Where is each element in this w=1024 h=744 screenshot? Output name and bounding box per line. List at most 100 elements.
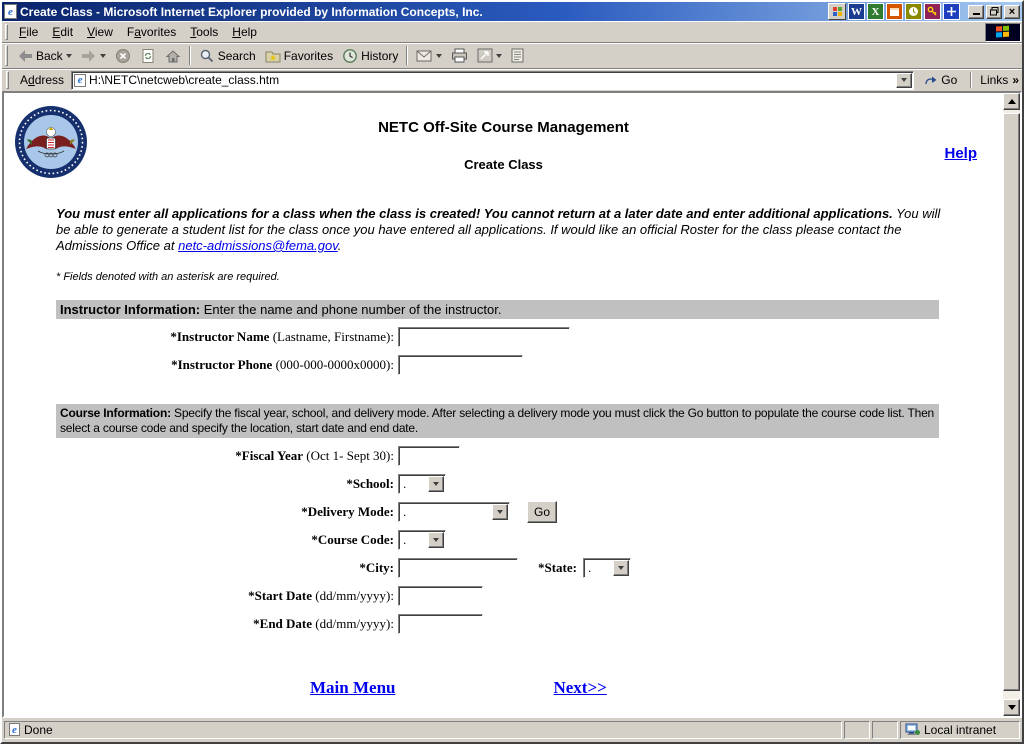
search-button[interactable]: Search	[195, 44, 260, 68]
security-zone-pane: Local intranet	[900, 720, 1020, 739]
school-row: *School: .	[4, 473, 1003, 495]
course-code-row: *Course Code: .	[4, 529, 1003, 551]
course-section-header: Course Information: Specify the fiscal y…	[56, 404, 939, 438]
excel-icon[interactable]: X	[867, 3, 884, 20]
page-subtitle: Create Class	[464, 157, 543, 172]
state-select[interactable]: .	[583, 558, 631, 578]
main-menu-link[interactable]: Main Menu	[310, 678, 395, 698]
page-header: NETC Off-Site Course Management Create C…	[4, 93, 1003, 193]
end-date-input[interactable]	[398, 614, 483, 634]
address-input[interactable]	[89, 73, 894, 87]
delivery-mode-select[interactable]: .	[398, 502, 510, 522]
history-button[interactable]: History	[338, 44, 402, 68]
discuss-icon	[511, 48, 524, 63]
clock-icon[interactable]	[905, 3, 922, 20]
instructor-phone-label: *Instructor Phone (000-000-0000x0000):	[171, 357, 394, 372]
page-title: NETC Off-Site Course Management	[378, 119, 629, 136]
menu-favorites[interactable]: Favorites	[120, 22, 183, 43]
state-dropdown-icon[interactable]	[613, 560, 629, 576]
ie-throbber-icon	[985, 22, 1021, 42]
forward-icon	[81, 49, 95, 62]
fullscreen-dropdown-icon[interactable]	[496, 53, 503, 58]
course-code-dropdown-icon[interactable]	[428, 532, 444, 548]
menu-edit[interactable]: Edit	[45, 22, 80, 43]
address-bar: Address e Go Links »	[2, 68, 1022, 91]
page-content: NETC Off-Site Course Management Create C…	[4, 93, 1003, 716]
instructor-name-label: *Instructor Name (Lastname, Firstname):	[170, 329, 394, 344]
course-code-select[interactable]: .	[398, 530, 446, 550]
status-message-pane: e Done	[4, 720, 842, 739]
url-page-icon: e	[74, 73, 87, 87]
forward-button[interactable]	[77, 44, 110, 68]
intranet-zone-icon	[905, 723, 920, 735]
discuss-button[interactable]	[507, 44, 529, 68]
fiscal-year-label: *Fiscal Year (Oct 1- Sept 30):	[235, 448, 394, 463]
intro-paragraph: You must enter all applications for a cl…	[56, 206, 941, 253]
fiscal-year-input[interactable]	[398, 446, 460, 466]
calendar-icon[interactable]	[886, 3, 903, 20]
status-page-icon: e	[9, 723, 20, 736]
menu-bar: File Edit View Favorites Tools Help	[2, 21, 1022, 42]
delivery-mode-row: *Delivery Mode: . Go	[4, 501, 1003, 523]
menu-tools[interactable]: Tools	[183, 22, 225, 43]
fullscreen-button[interactable]	[473, 44, 506, 68]
minimize-button[interactable]	[968, 4, 984, 19]
favorites-icon	[265, 51, 281, 62]
address-dropdown-icon[interactable]	[896, 72, 913, 88]
instructor-name-input[interactable]	[398, 327, 570, 347]
school-dropdown-icon[interactable]	[428, 476, 444, 492]
print-button[interactable]	[447, 44, 472, 68]
refresh-button[interactable]	[136, 44, 160, 68]
mail-button[interactable]	[412, 44, 446, 68]
restore-button[interactable]	[986, 4, 1002, 19]
instructor-phone-input[interactable]	[398, 355, 523, 375]
vertical-scrollbar[interactable]	[1003, 93, 1020, 716]
delivery-mode-dropdown-icon[interactable]	[492, 504, 508, 520]
forward-dropdown-icon[interactable]	[99, 53, 106, 58]
address-grip[interactable]	[6, 71, 9, 89]
status-pane-2	[872, 720, 898, 739]
menu-view[interactable]: View	[80, 22, 120, 43]
ie-page-icon: e	[4, 4, 17, 19]
mail-dropdown-icon[interactable]	[436, 53, 443, 58]
scrollbar-track[interactable]	[1003, 691, 1020, 699]
home-button[interactable]	[161, 44, 185, 68]
admissions-email-link[interactable]: netc-admissions@fema.gov	[178, 238, 338, 253]
links-bar[interactable]: Links »	[980, 73, 1020, 87]
menu-file[interactable]: File	[12, 22, 45, 43]
print-icon	[452, 48, 468, 63]
toolbar-grip[interactable]	[5, 45, 8, 66]
menu-grip[interactable]	[5, 24, 8, 40]
school-select[interactable]: .	[398, 474, 446, 494]
help-link[interactable]: Help	[944, 145, 977, 162]
key-icon[interactable]	[924, 3, 941, 20]
window-title: Create Class - Microsoft Internet Explor…	[20, 4, 483, 19]
favorites-button[interactable]: Favorites	[261, 44, 337, 68]
links-chevron-icon[interactable]: »	[1012, 73, 1019, 87]
stop-button[interactable]	[111, 44, 135, 68]
scroll-up-icon[interactable]	[1003, 93, 1020, 110]
go-arrow-icon	[925, 76, 937, 85]
close-icon[interactable]: ×	[1004, 4, 1020, 19]
city-state-row: *City: *State: .	[4, 557, 1003, 579]
end-date-label: *End Date (dd/mm/yyyy):	[253, 616, 394, 631]
back-icon	[19, 49, 32, 62]
start-date-input[interactable]	[398, 586, 483, 606]
city-input[interactable]	[398, 558, 518, 578]
back-dropdown-icon[interactable]	[65, 53, 72, 58]
back-button[interactable]: Back	[13, 44, 76, 68]
title-bar: e Create Class - Microsoft Internet Expl…	[2, 2, 1022, 21]
scrollbar-thumb[interactable]	[1003, 113, 1020, 691]
arrows-icon[interactable]	[943, 3, 960, 20]
word-icon[interactable]: W	[848, 3, 865, 20]
next-link[interactable]: Next>>	[553, 678, 606, 698]
scroll-down-icon[interactable]	[1003, 699, 1020, 716]
mail-icon	[416, 50, 432, 61]
browser-viewport: NETC Off-Site Course Management Create C…	[2, 91, 1022, 718]
go-button[interactable]: Go	[919, 71, 962, 89]
office-logo-icon[interactable]	[828, 3, 846, 20]
stop-icon	[115, 48, 130, 63]
search-icon	[200, 49, 213, 62]
menu-help[interactable]: Help	[225, 22, 264, 43]
populate-go-button[interactable]: Go	[527, 501, 557, 523]
